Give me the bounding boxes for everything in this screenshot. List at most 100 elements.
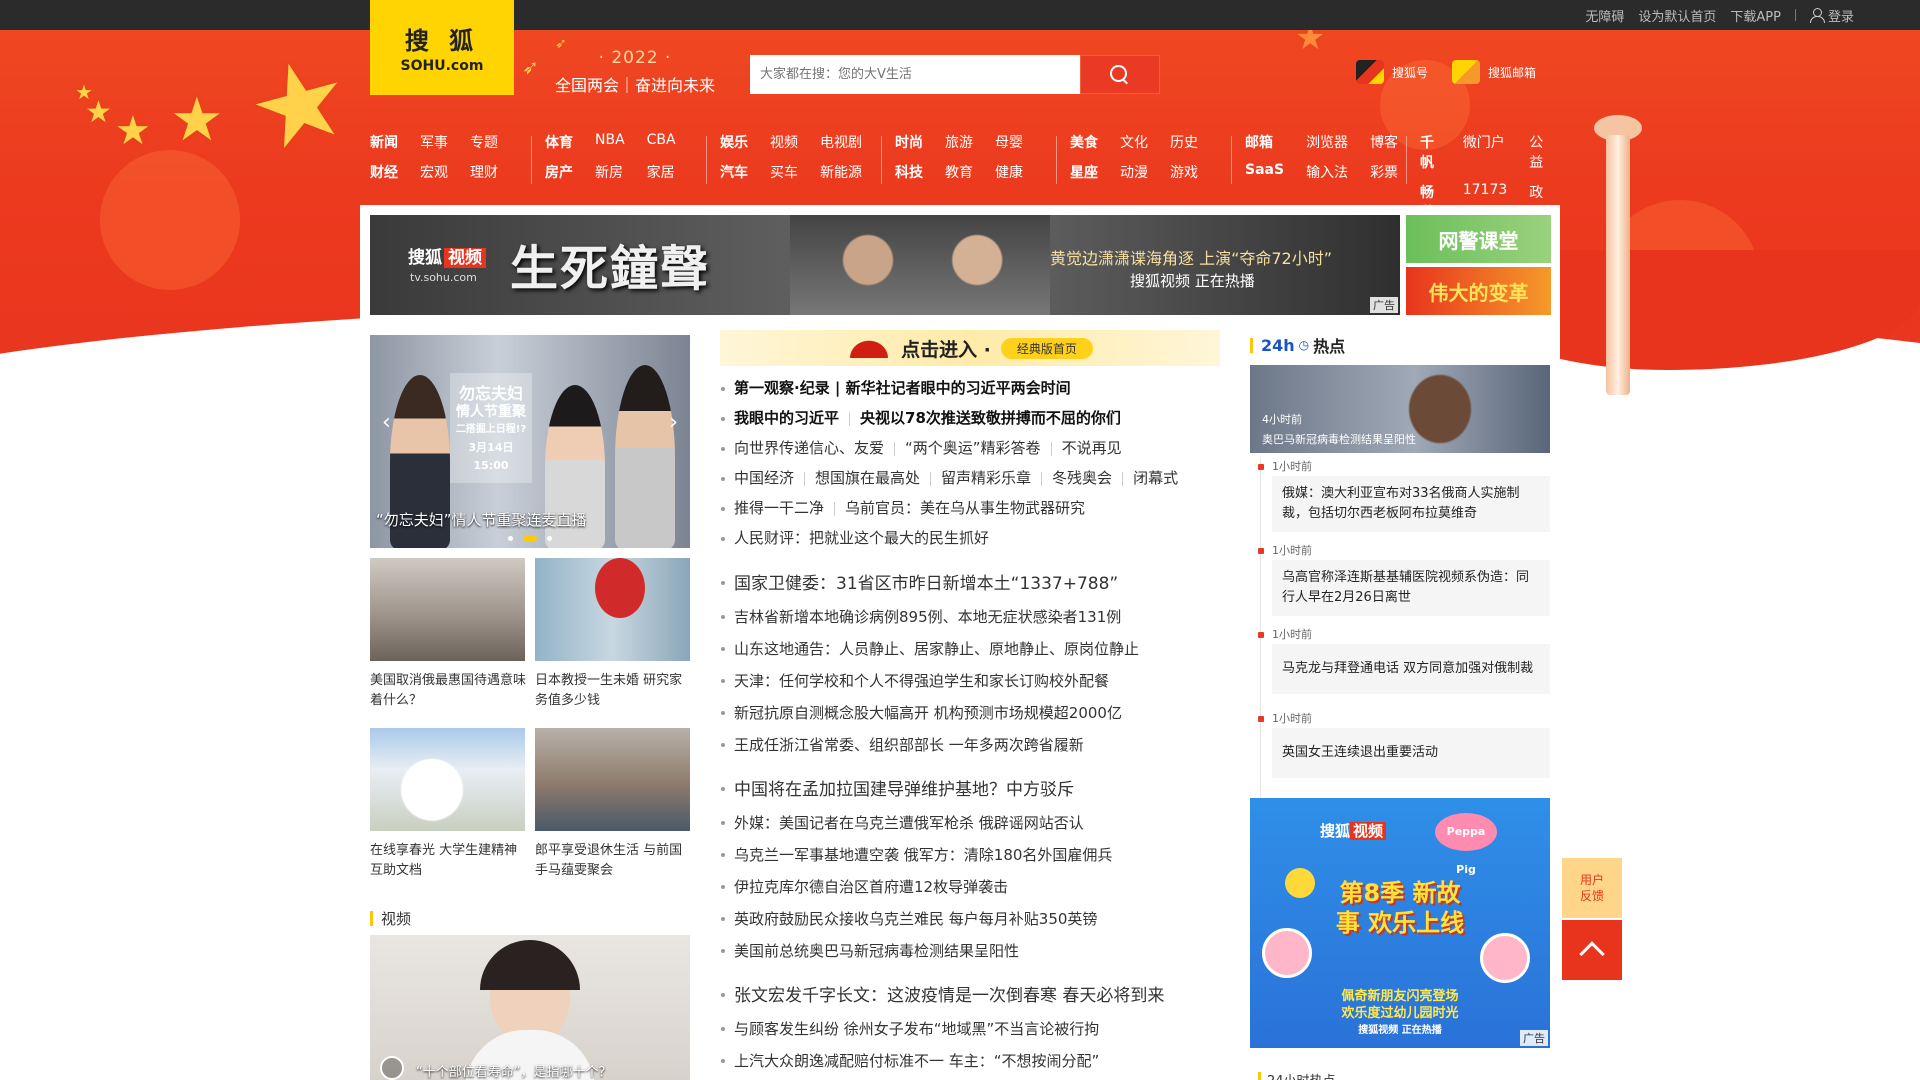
nav-link[interactable]: CBA bbox=[647, 132, 676, 152]
nav-link[interactable]: 历史 bbox=[1170, 132, 1198, 152]
nav-link[interactable]: 专题 bbox=[470, 132, 498, 152]
news-thumb-image[interactable] bbox=[535, 558, 690, 661]
news-link[interactable]: 外媒：美国记者在乌克兰遭俄军枪杀 俄辟谣网站否认 bbox=[720, 807, 1240, 839]
news-thumb-image[interactable] bbox=[370, 728, 525, 831]
news-link[interactable]: 留声精彩乐章 bbox=[941, 469, 1031, 487]
nav-link[interactable]: 科技 bbox=[895, 162, 923, 182]
news-link[interactable]: 第一观察·纪录 | 新华社记者眼中的习近平两会时间 bbox=[734, 379, 1071, 397]
nav-link[interactable]: 母婴 bbox=[995, 132, 1023, 152]
nav-link[interactable]: 游戏 bbox=[1170, 162, 1198, 182]
two-sessions-slogan[interactable]: · 2022 · 全国两会｜奋进向未来 bbox=[545, 48, 725, 96]
nav-link[interactable]: 汽车 bbox=[720, 162, 748, 182]
news-link[interactable]: 美国前总统奥巴马新冠病毒检测结果呈阳性 bbox=[720, 935, 1240, 967]
timeline-item[interactable]: 1小时前 俄媒：澳大利亚宣布对33名俄商人实施制裁，包括切尔西老板阿布拉莫维奇 bbox=[1258, 458, 1550, 532]
news-link[interactable]: “两个奥运”精彩答卷 bbox=[905, 439, 1041, 457]
nav-link[interactable]: 家居 bbox=[647, 162, 676, 182]
news-link[interactable]: 闭幕式 bbox=[1133, 469, 1178, 487]
search-input[interactable] bbox=[750, 55, 1080, 94]
nav-link[interactable]: 星座 bbox=[1070, 162, 1098, 182]
nav-link[interactable]: 彩票 bbox=[1370, 162, 1398, 182]
news-headline[interactable]: 国家卫健委：31省区市昨日新增本土“1337+788” bbox=[720, 567, 1240, 601]
top-banner-ad[interactable]: 搜狐 视频 tv.sohu.com 生死鐘聲 黄觉边潇潇谍海角逐 上演“夺命72小… bbox=[370, 215, 1400, 315]
nav-link[interactable]: 公益 bbox=[1529, 132, 1550, 172]
sohu-logo[interactable]: 搜 狐 SOHU.com bbox=[370, 0, 514, 95]
nav-link[interactable]: 千帆 bbox=[1420, 132, 1441, 172]
back-to-top-button[interactable] bbox=[1562, 920, 1622, 980]
carousel-prev-icon[interactable]: ‹ bbox=[382, 410, 391, 435]
set-homepage-link[interactable]: 设为默认首页 bbox=[1638, 6, 1716, 25]
24h-hot-title[interactable]: 24h ◷ 热点 bbox=[1250, 333, 1345, 357]
nav-link[interactable]: 美食 bbox=[1070, 132, 1098, 152]
nav-link[interactable]: 房产 bbox=[545, 162, 573, 182]
video-section-title[interactable]: 视频 bbox=[370, 908, 411, 929]
accessibility-link[interactable]: 无障碍 bbox=[1585, 6, 1624, 25]
nav-link[interactable]: 新房 bbox=[595, 162, 625, 182]
play-icon[interactable] bbox=[380, 1056, 404, 1080]
timeline-item[interactable]: 1小时前 马克龙与拜登通电话 双方同意加强对俄制裁 bbox=[1258, 626, 1550, 694]
login-button[interactable]: 登录 bbox=[1809, 6, 1854, 25]
news-link[interactable]: 天津：任何学校和个人不得强迫学生和家长订购校外配餐 bbox=[720, 665, 1240, 697]
news-link[interactable]: 山东这地通告：人员静止、居家静止、原地静止、原岗位静止 bbox=[720, 633, 1240, 665]
nav-link[interactable]: SaaS bbox=[1245, 162, 1284, 182]
news-link[interactable]: 人民财评：把就业这个最大的民生抓好 bbox=[734, 529, 989, 547]
news-headline[interactable]: 中国将在孟加拉国建导弹维护基地？中方驳斥 bbox=[720, 773, 1240, 807]
nav-link[interactable]: 健康 bbox=[995, 162, 1023, 182]
nav-link[interactable]: 娱乐 bbox=[720, 132, 748, 152]
timeline-item[interactable]: 1小时前 英国女王连续退出重要活动 bbox=[1258, 710, 1550, 778]
news-link[interactable]: 推得一干二净 bbox=[734, 499, 824, 517]
side-ad-police[interactable]: 网警课堂 bbox=[1406, 215, 1551, 263]
peppa-pig-ad[interactable]: 搜狐 视频 Peppa Pig 第8季 新故事 欢乐上线 佩奇新朋友闪亮登场 欢乐… bbox=[1250, 798, 1550, 1048]
nav-link[interactable]: 视频 bbox=[770, 132, 798, 152]
timeline-text[interactable]: 俄媒：澳大利亚宣布对33名俄商人实施制裁，包括切尔西老板阿布拉莫维奇 bbox=[1272, 476, 1550, 532]
user-feedback-button[interactable]: 用户反馈 bbox=[1562, 858, 1622, 918]
news-link[interactable]: 新冠抗原自测概念股大幅高开 机构预测市场规模超2000亿 bbox=[720, 697, 1240, 729]
carousel-dot-active[interactable] bbox=[523, 536, 537, 541]
classic-homepage-banner[interactable]: 点击进入 · 经典版首页 bbox=[720, 330, 1220, 366]
news-thumb-image[interactable] bbox=[535, 728, 690, 831]
news-link[interactable]: 王成任浙江省常委、组织部部长 一年多两次跨省履新 bbox=[720, 729, 1240, 761]
nav-link[interactable]: 理财 bbox=[470, 162, 498, 182]
timeline-text[interactable]: 马克龙与拜登通电话 双方同意加强对俄制裁 bbox=[1272, 644, 1550, 694]
news-thumb-caption[interactable]: 日本教授一生未婚 研究家务值多少钱 bbox=[535, 671, 695, 711]
news-link[interactable]: 央视以78次推送致敬拼搏而不屈的你们 bbox=[860, 409, 1121, 427]
nav-link[interactable]: 宏观 bbox=[420, 162, 448, 182]
nav-link[interactable]: 买车 bbox=[770, 162, 798, 182]
news-thumb-caption[interactable]: 在线享春光 大学生建精神互助文档 bbox=[370, 841, 530, 881]
nav-link[interactable]: 新闻 bbox=[370, 132, 398, 152]
video-thumbnail[interactable]: “十个部位看寿命”，是指哪十个？ bbox=[370, 935, 690, 1080]
news-link[interactable]: 冬残奥会 bbox=[1052, 469, 1112, 487]
news-link[interactable]: 乌前官员：美在乌从事生物武器研究 bbox=[845, 499, 1085, 517]
timeline-text[interactable]: 乌高官称泽连斯基基辅医院视频系伪造：同行人早在2月26日离世 bbox=[1272, 560, 1550, 616]
news-link[interactable]: 与顾客发生纠纷 徐州女子发布“地域黑”不当言论被行拘 bbox=[720, 1013, 1240, 1045]
nav-link[interactable]: 体育 bbox=[545, 132, 573, 152]
news-link[interactable]: 上汽大众朗逸减配赔付标准不一 车主：“不想按闹分配” bbox=[720, 1045, 1240, 1077]
more-hot-title[interactable]: 24小时热点 bbox=[1258, 1070, 1336, 1080]
nav-link[interactable]: 教育 bbox=[945, 162, 973, 182]
nav-link[interactable]: 微门户 bbox=[1463, 132, 1508, 172]
news-link[interactable]: 想国旗在最高处 bbox=[815, 469, 920, 487]
news-thumb-caption[interactable]: 郎平享受退休生活 与前国手马蕴雯聚会 bbox=[535, 841, 695, 881]
news-link[interactable]: 乌克兰一军事基地遭空袭 俄军方：清除180名外国雇佣兵 bbox=[720, 839, 1240, 871]
nav-link[interactable]: 时尚 bbox=[895, 132, 923, 152]
nav-link[interactable]: 旅游 bbox=[945, 132, 973, 152]
carousel-next-icon[interactable]: › bbox=[669, 410, 678, 435]
news-link[interactable]: 向世界传递信心、友爱 bbox=[734, 439, 884, 457]
mail-link[interactable]: 搜狐邮箱 bbox=[1452, 60, 1536, 84]
news-link[interactable]: 吉林省新增本地确诊病例895例、本地无症状感染者131例 bbox=[720, 601, 1240, 633]
nav-link[interactable]: 新能源 bbox=[820, 162, 862, 182]
nav-link[interactable]: 浏览器 bbox=[1306, 132, 1348, 152]
nav-link[interactable]: 博客 bbox=[1370, 132, 1398, 152]
search-button[interactable] bbox=[1080, 55, 1160, 94]
news-headline[interactable]: 张文宏发千字长文：这波疫情是一次倒春寒 春天必将到来 bbox=[720, 979, 1240, 1013]
focus-carousel[interactable]: 勿忘夫妇 情人节重聚 二搭掘上日程!? 3月14日 15:00 ‹ › “勿忘夫… bbox=[370, 335, 690, 548]
news-link[interactable]: 伊拉克库尔德自治区首府遭12枚导弹袭击 bbox=[720, 871, 1240, 903]
classic-homepage-button[interactable]: 经典版首页 bbox=[1000, 337, 1093, 359]
carousel-dot[interactable] bbox=[547, 536, 552, 541]
timeline-item[interactable]: 1小时前 乌高官称泽连斯基基辅医院视频系伪造：同行人早在2月26日离世 bbox=[1258, 542, 1550, 616]
side-ad-reform[interactable]: 伟大的变革 bbox=[1406, 267, 1551, 315]
news-link[interactable]: 英政府鼓励民众接收乌克兰难民 每户每月补贴350英镑 bbox=[720, 903, 1240, 935]
carousel-dot[interactable] bbox=[508, 536, 513, 541]
nav-link[interactable]: 军事 bbox=[420, 132, 448, 152]
download-app-link[interactable]: 下载APP bbox=[1730, 6, 1781, 25]
hot-top-image[interactable]: 4小时前 奥巴马新冠病毒检测结果呈阳性 bbox=[1250, 365, 1550, 453]
